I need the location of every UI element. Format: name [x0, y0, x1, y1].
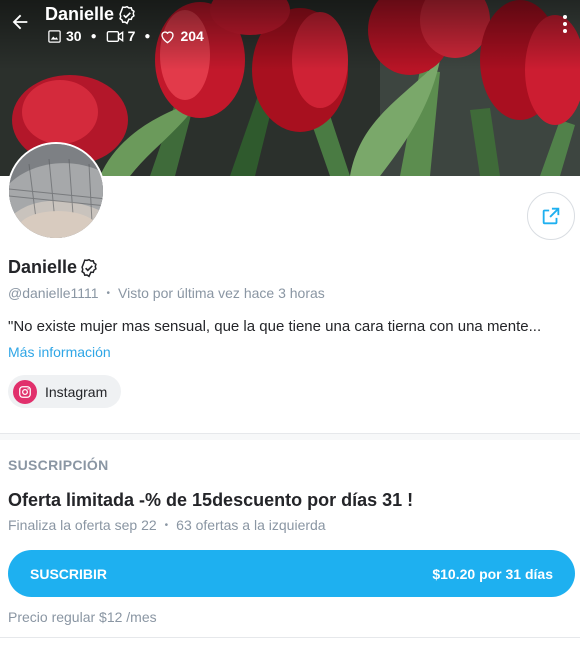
videos-count: 7 [127, 28, 136, 44]
profile-meta: @danielle1111 • Visto por última vez hac… [8, 285, 325, 301]
share-icon [542, 207, 560, 225]
more-info-link[interactable]: Más información [8, 344, 111, 360]
header-name: Danielle [45, 4, 115, 24]
more-dots-icon [563, 15, 567, 19]
arrow-left-icon [12, 14, 28, 30]
subscribe-label: SUSCRIBIR [30, 565, 108, 582]
offer-end-date: Finaliza la oferta sep 22 [8, 517, 157, 533]
stats-separator: ● [144, 30, 151, 42]
header-name-row: Danielle [45, 4, 137, 25]
likes-count: 204 [180, 28, 204, 44]
image-icon [48, 29, 61, 43]
meta-separator: • [106, 287, 111, 299]
header-stats: 30 ● 7 ● 204 [47, 28, 204, 44]
subscribe-button[interactable]: SUSCRIBIR $10.20 por 31 días [8, 550, 575, 597]
offer-title: Oferta limitada -% de 15descuento por dí… [8, 490, 414, 510]
profile-bio: "No existe mujer mas sensual, que la que… [8, 318, 542, 335]
videos-stat: 7 [106, 28, 136, 44]
section-divider [0, 637, 580, 638]
back-button[interactable] [6, 8, 34, 36]
offers-left: 63 ofertas a la izquierda [176, 517, 326, 533]
instagram-link[interactable]: Instagram [8, 375, 122, 408]
likes-stat: 204 [159, 28, 204, 44]
heart-icon [161, 30, 175, 43]
avatar[interactable] [7, 142, 105, 240]
share-button[interactable] [527, 192, 575, 240]
verified-badge-icon [119, 5, 135, 24]
stats-separator: ● [90, 30, 97, 42]
meta-separator: • [164, 519, 169, 531]
photos-count: 30 [66, 28, 82, 44]
subscription-section-title: SUSCRIPCIÓN [8, 457, 109, 473]
instagram-label: Instagram [45, 383, 108, 400]
regular-price: Precio regular $12 /mes [8, 609, 157, 625]
profile-handle: @danielle1111 [8, 285, 99, 301]
subscribe-price: $10.20 por 31 días [432, 565, 553, 582]
video-camera-icon [106, 30, 123, 42]
more-options-button[interactable] [558, 12, 572, 36]
section-divider [0, 434, 580, 440]
verified-badge-icon [81, 258, 97, 277]
profile-name-row: Danielle [8, 257, 99, 278]
photos-stat: 30 [47, 28, 82, 44]
instagram-icon [13, 379, 37, 404]
offer-meta: Finaliza la oferta sep 22 • 63 ofertas a… [8, 517, 326, 533]
profile-header-bar: Danielle 30 ● 7 ● 204 [0, 0, 580, 60]
last-seen: Visto por última vez hace 3 horas [118, 285, 325, 301]
profile-name: Danielle [8, 257, 78, 277]
